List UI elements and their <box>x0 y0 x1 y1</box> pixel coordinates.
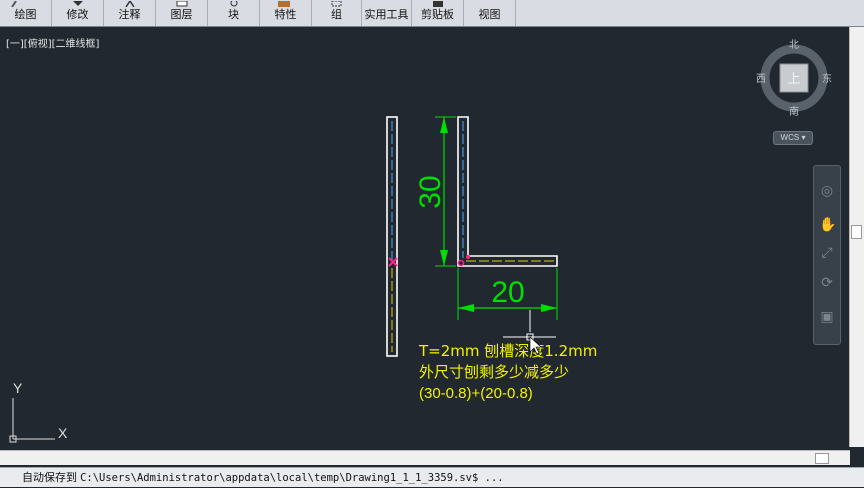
note-line-3[interactable]: (30-0.8)+(20-0.8) <box>419 385 533 402</box>
ribbon-clipboard-label: 剪贴板 <box>421 8 454 21</box>
text-icon <box>124 0 136 8</box>
viewcube-east[interactable]: 东 <box>822 72 832 85</box>
ribbon-view-panel[interactable]: 视图 <box>464 0 516 26</box>
ribbon-block-label: 块 <box>228 8 239 21</box>
ribbon-block-panel[interactable]: 块 <box>208 0 260 26</box>
paste-icon <box>432 0 444 7</box>
ribbon-layers-label: 图层 <box>170 8 193 21</box>
ribbon-modify-panel[interactable]: 修改 <box>52 0 104 26</box>
layers-icon <box>176 0 188 7</box>
ribbon-utilities-label: 实用工具 <box>364 8 409 21</box>
zoom-icon[interactable]: ⤢ <box>819 244 835 260</box>
viewcube-south[interactable]: 南 <box>789 105 799 118</box>
ribbon-properties-label: 特性 <box>274 8 297 21</box>
ribbon-properties-panel[interactable]: 特性 <box>260 0 312 26</box>
viewcube[interactable]: 上 北 南 东 西 <box>756 39 832 118</box>
note-line-1[interactable]: T=2mm 刨槽深度1.2mm <box>418 342 597 360</box>
chevron-down-icon: ▾ <box>801 133 806 142</box>
ribbon-clipboard-panel[interactable]: 剪贴板 <box>412 0 464 26</box>
group-icon <box>331 0 343 7</box>
ribbon-group-panel[interactable]: 组 <box>312 0 362 26</box>
ucs-icon: Y X <box>9 380 68 443</box>
properties-icon <box>278 0 290 7</box>
ribbon-modify-label: 修改 <box>66 8 89 21</box>
l-plate-outline[interactable] <box>457 116 558 267</box>
ribbon-view-label: 视图 <box>478 8 501 21</box>
drawing-canvas[interactable]: 30 20 T=2mm 刨槽深度1.2mm 外尺寸刨剩多少减多少 (30-0.8… <box>0 27 850 450</box>
viewcube-top-label: 上 <box>787 72 800 87</box>
ribbon-draw-label: 绘图 <box>14 8 37 21</box>
corner-marker <box>457 259 465 267</box>
ribbon-annotate-label: 注释 <box>118 8 141 21</box>
command-line[interactable]: 自动保存到 C:\Users\Administrator\appdata\loc… <box>0 467 864 487</box>
horizontal-scroll-thumb[interactable] <box>815 453 829 464</box>
block-icon <box>228 0 240 7</box>
pan-hand-icon[interactable]: ✋ <box>819 216 836 232</box>
wcs-dropdown[interactable]: WCS ▾ <box>773 131 813 145</box>
ribbon-layers-panel[interactable]: 图层 <box>156 0 208 26</box>
ribbon-utilities-panel[interactable]: 实用工具 <box>362 0 412 26</box>
draw-icon <box>10 0 22 8</box>
ribbon-annotate-panel[interactable]: 注释 <box>104 0 156 26</box>
horizontal-scrollbar[interactable] <box>0 450 850 465</box>
command-line-path: C:\Users\Administrator\appdata\local\tem… <box>80 472 504 484</box>
ribbon-panel-bar: 绘图 修改 注释 图层 块 特性 组 实用工具 剪贴板 视图 <box>0 0 864 27</box>
horizontal-dimension[interactable]: 20 <box>457 268 558 320</box>
vertical-scroll-thumb[interactable] <box>851 225 862 239</box>
dimension-vertical-text: 30 <box>414 175 447 208</box>
orbit-icon[interactable]: ⟳ <box>819 274 835 290</box>
ucs-x-label: X <box>58 425 68 441</box>
dimension-horizontal-text: 20 <box>491 276 524 309</box>
note-line-2[interactable]: 外尺寸刨剩多少减多少 <box>419 363 569 381</box>
viewcube-north[interactable]: 北 <box>789 39 799 51</box>
corner-marker-2 <box>466 255 470 259</box>
wcs-label: WCS <box>780 133 800 142</box>
showmotion-icon[interactable]: ▣ <box>819 308 835 324</box>
intersection-marker <box>388 257 398 267</box>
ribbon-group-label: 组 <box>331 8 342 21</box>
steering-wheel-icon[interactable]: ◎ <box>819 182 835 198</box>
command-line-prefix: 自动保存到 <box>22 471 77 484</box>
ribbon-draw-panel[interactable]: 绘图 <box>0 0 52 26</box>
viewcube-west[interactable]: 西 <box>756 74 766 85</box>
vertical-scrollbar[interactable] <box>849 27 864 447</box>
navigation-bar: ◎ ✋ ⤢ ⟳ ▣ <box>813 165 841 345</box>
vertical-dimension[interactable]: 30 <box>414 116 456 267</box>
move-icon <box>72 0 84 6</box>
ucs-y-label: Y <box>13 380 23 396</box>
